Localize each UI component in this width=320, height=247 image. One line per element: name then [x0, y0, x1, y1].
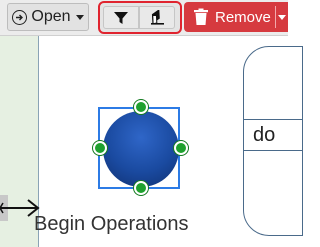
- filter-button[interactable]: [103, 6, 139, 29]
- eraser-button[interactable]: [139, 6, 175, 29]
- connection-handle-bottom[interactable]: [134, 181, 148, 195]
- remove-chevron-down-icon[interactable]: [278, 15, 286, 20]
- filter-tool-group: [98, 1, 182, 34]
- eraser-icon: [151, 9, 164, 25]
- connection-handle-right[interactable]: [174, 141, 188, 155]
- open-button-label: Open: [31, 8, 71, 25]
- shape-divider: [244, 119, 302, 120]
- split-divider: [275, 6, 276, 28]
- connection-handle-top[interactable]: [134, 100, 148, 114]
- shape-divider: [244, 150, 302, 151]
- node-label: Begin Operations: [34, 213, 189, 235]
- remove-button-label: Remove: [215, 8, 271, 26]
- trash-icon: [194, 8, 208, 25]
- open-button[interactable]: Open: [7, 3, 89, 31]
- process-shape-text: do: [253, 124, 276, 146]
- toolbar: Open Remove: [0, 0, 288, 36]
- filter-icon: [114, 11, 128, 24]
- remove-button[interactable]: Remove: [184, 2, 288, 32]
- chevron-down-icon: [75, 14, 84, 20]
- open-circle-arrow-icon: [12, 9, 28, 25]
- connection-handle-left[interactable]: [93, 141, 107, 155]
- begin-operations-node[interactable]: [103, 111, 179, 187]
